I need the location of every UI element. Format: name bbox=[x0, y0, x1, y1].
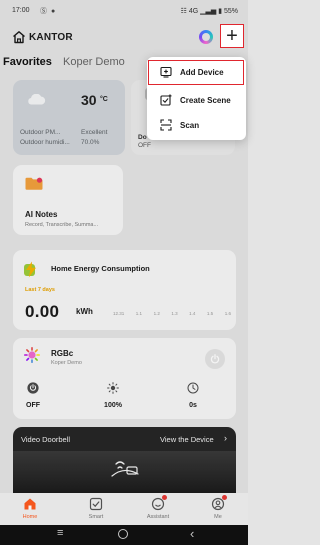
device-name: Do bbox=[138, 134, 147, 141]
android-home-button[interactable] bbox=[118, 529, 128, 539]
nav-label: Smart bbox=[88, 514, 104, 520]
brightness-icon bbox=[107, 382, 119, 394]
rgb-control-label: OFF bbox=[26, 402, 40, 409]
scan-icon bbox=[160, 119, 172, 131]
menu-create-scene[interactable]: Create Scene bbox=[147, 88, 246, 113]
bottom-nav: Home Smart Assistant Me bbox=[0, 493, 248, 525]
weather-row-label: Outdoor PM... bbox=[20, 129, 61, 136]
menu-item-label: Add Device bbox=[180, 68, 224, 77]
nav-label: Home bbox=[22, 514, 38, 520]
notification-badge bbox=[162, 495, 167, 500]
energy-value: 0.00 bbox=[25, 302, 60, 321]
power-icon bbox=[210, 354, 220, 364]
ai-notes-title: AI Notes bbox=[25, 210, 58, 219]
video-doorbell-card[interactable]: Video Doorbell View the Device › bbox=[13, 427, 236, 493]
rgb-power-toggle[interactable] bbox=[205, 349, 225, 369]
weather-row-humidity: Outdoor humidi... 70.0% bbox=[20, 139, 120, 146]
rgb-control-brightness[interactable]: 100% bbox=[93, 382, 133, 409]
doorbell-title: Video Doorbell bbox=[21, 435, 71, 444]
weather-row-value: Excellent bbox=[81, 129, 108, 136]
energy-date-label: 1.6 bbox=[224, 311, 231, 316]
smart-icon bbox=[89, 497, 103, 511]
android-nav-bar: ≡ ‹ bbox=[0, 525, 248, 545]
status-left-icons: Ⓢ ● bbox=[40, 8, 57, 15]
menu-add-device[interactable]: Add Device bbox=[148, 60, 244, 85]
chevron-right-icon[interactable]: › bbox=[224, 433, 227, 443]
tab-koper-demo[interactable]: Koper Demo bbox=[63, 56, 125, 68]
menu-item-label: Create Scene bbox=[180, 96, 231, 105]
home-icon[interactable] bbox=[12, 30, 26, 44]
rgb-control-label: 0s bbox=[189, 402, 197, 409]
energy-card[interactable]: Home Energy Consumption Last 7 days 0.00… bbox=[13, 250, 236, 330]
assistant-orb-icon[interactable] bbox=[199, 30, 213, 44]
rgb-control-timer[interactable]: 0s bbox=[173, 382, 213, 409]
home-icon bbox=[24, 498, 36, 510]
energy-date-label: 1.5 bbox=[206, 311, 214, 316]
temperature-value: 30 bbox=[81, 92, 97, 108]
energy-unit: kWh bbox=[76, 307, 93, 316]
energy-title: Home Energy Consumption bbox=[51, 264, 150, 273]
notification-badge bbox=[222, 495, 227, 500]
me-icon bbox=[211, 495, 227, 511]
rgb-control-power[interactable]: OFF bbox=[13, 382, 53, 409]
camera-preview[interactable] bbox=[13, 451, 236, 493]
nav-label: Me bbox=[214, 514, 222, 520]
ai-notes-card[interactable]: AI Notes Record, Transcribe, Summa... bbox=[13, 165, 123, 235]
status-time: 17:00 bbox=[12, 7, 30, 14]
weather-card[interactable]: 30 °C Outdoor PM... Excellent Outdoor hu… bbox=[13, 80, 125, 155]
nav-home[interactable]: Home bbox=[5, 497, 55, 520]
nav-assistant[interactable]: Assistant bbox=[133, 495, 183, 520]
tab-favorites[interactable]: Favorites bbox=[3, 56, 52, 68]
energy-date-label: 1.2 bbox=[153, 311, 160, 316]
view-device-link[interactable]: View the Device bbox=[160, 435, 214, 444]
energy-date-label: 1.4 bbox=[189, 311, 196, 316]
rgb-device-card[interactable]: RGBc Koper Demo OFF 100% 0s bbox=[13, 338, 236, 419]
energy-date-label: 12.31 bbox=[113, 311, 125, 316]
power-icon bbox=[27, 382, 39, 394]
cloud-icon bbox=[28, 94, 46, 105]
recent-apps-button[interactable]: ≡ bbox=[57, 527, 63, 539]
energy-period: Last 7 days bbox=[25, 287, 55, 293]
camera-loading-icon bbox=[111, 461, 139, 477]
rgb-control-label: 100% bbox=[104, 402, 122, 409]
energy-date-label: 1.3 bbox=[171, 311, 178, 316]
assistant-icon bbox=[151, 495, 167, 511]
status-right: ☷ 4G ▁▃▅ ▮ 55% bbox=[180, 8, 238, 15]
weather-row-label: Outdoor humidi... bbox=[20, 139, 70, 146]
status-bar: 17:00 Ⓢ ● ☷ 4G ▁▃▅ ▮ 55% bbox=[0, 0, 248, 22]
back-button[interactable]: ‹ bbox=[190, 526, 194, 541]
create-scene-icon bbox=[160, 94, 172, 106]
timer-icon bbox=[187, 382, 199, 394]
energy-date-label: 1.1 bbox=[135, 311, 143, 316]
menu-scan[interactable]: Scan bbox=[147, 113, 246, 138]
weather-row-value: 70.0% bbox=[81, 139, 100, 146]
folder-icon bbox=[25, 177, 43, 190]
rgb-device-name: RGBc bbox=[51, 349, 74, 358]
weather-row-pm: Outdoor PM... Excellent bbox=[20, 129, 120, 136]
add-button[interactable]: + bbox=[220, 24, 244, 48]
nav-label: Assistant bbox=[146, 514, 170, 520]
energy-bolt-icon bbox=[24, 261, 36, 278]
nav-me[interactable]: Me bbox=[193, 495, 243, 520]
rgb-bulb-icon bbox=[24, 347, 40, 363]
rgb-device-room: Koper Demo bbox=[51, 360, 82, 366]
energy-dates: 12.31 1.1 1.2 1.3 1.4 1.5 1.6 bbox=[113, 311, 231, 316]
temperature-unit: °C bbox=[100, 96, 108, 103]
home-name[interactable]: KANTOR bbox=[29, 32, 73, 43]
plus-icon: + bbox=[226, 25, 238, 47]
add-menu: Add Device Create Scene Scan bbox=[147, 57, 246, 140]
device-state: OFF bbox=[138, 142, 151, 149]
menu-item-label: Scan bbox=[180, 121, 200, 130]
add-device-icon bbox=[160, 66, 172, 78]
nav-smart[interactable]: Smart bbox=[71, 497, 121, 520]
ai-notes-subtitle: Record, Transcribe, Summa... bbox=[25, 222, 99, 228]
